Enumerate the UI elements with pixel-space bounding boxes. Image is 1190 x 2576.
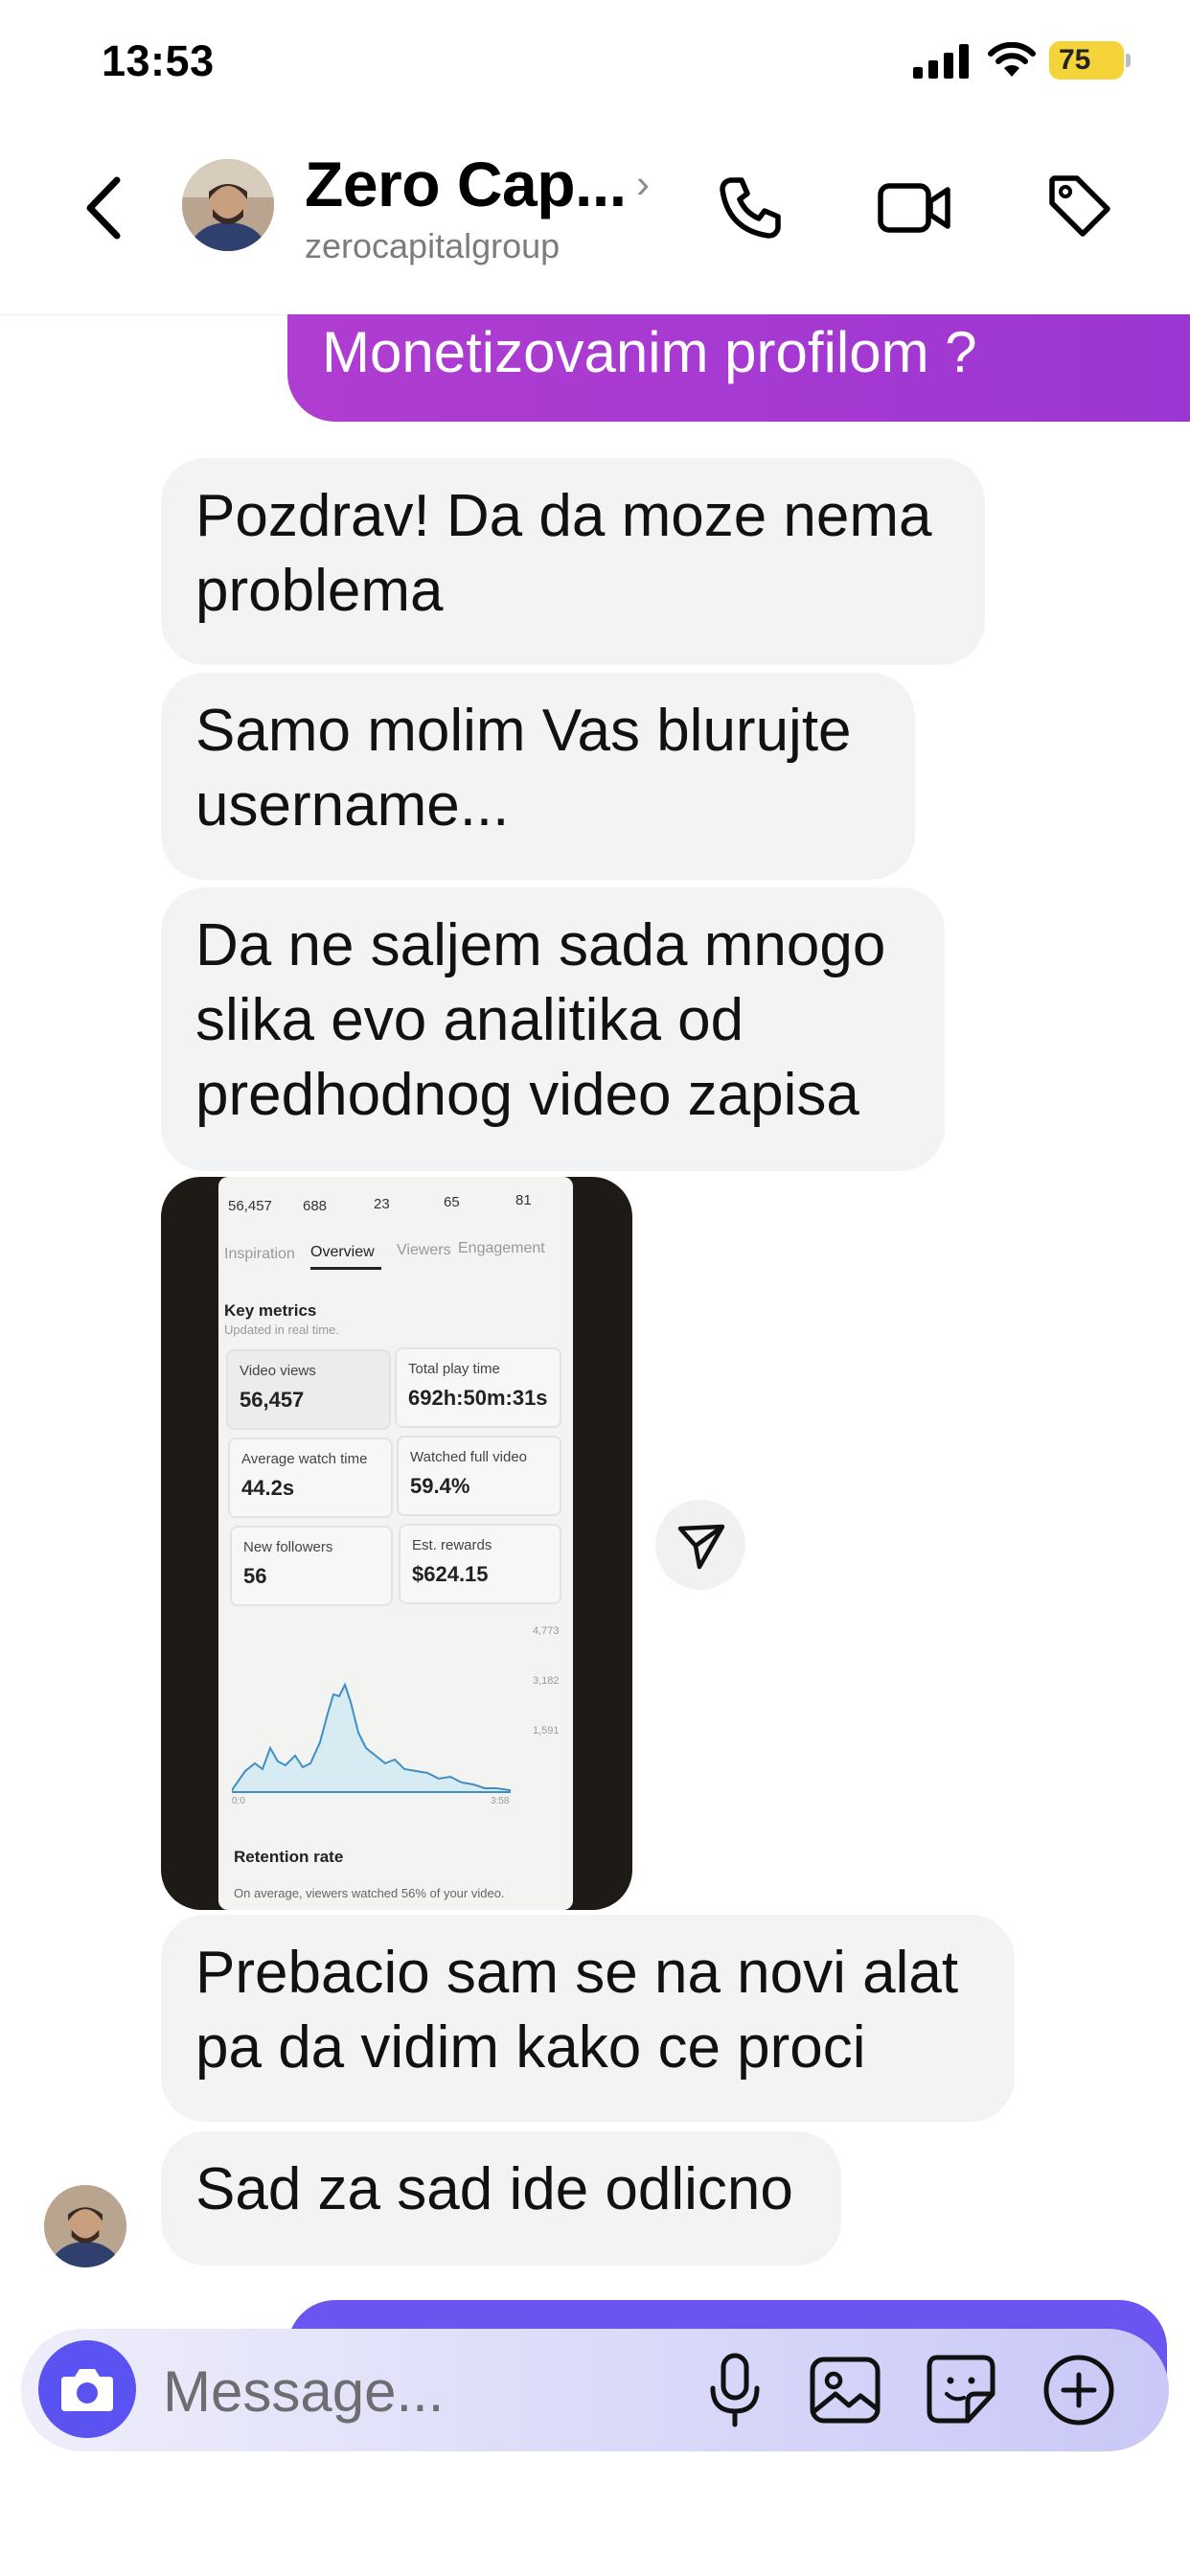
- status-time: 13:53: [102, 36, 215, 85]
- metric-value: 44.2s: [241, 1476, 295, 1500]
- views-chart: [232, 1682, 511, 1793]
- tag-icon[interactable]: [1044, 171, 1113, 240]
- tab-overview: Overview: [310, 1244, 375, 1260]
- message-input[interactable]: [161, 2356, 663, 2426]
- metric-card: Average watch time 44.2s: [228, 1438, 393, 1518]
- metric-label: Average watch time: [241, 1451, 368, 1467]
- sent-message-bubble[interactable]: Monetizovanim profilom ?: [287, 314, 1190, 422]
- sticker-icon[interactable]: [922, 2350, 1000, 2430]
- metric-value: $624.15: [412, 1562, 489, 1586]
- chevron-right-icon[interactable]: ›: [636, 161, 650, 207]
- cellular-signal-icon: [913, 44, 969, 79]
- metric-card: Est. rewards $624.15: [399, 1524, 561, 1604]
- battery-indicator: 75: [1049, 41, 1124, 80]
- received-message-bubble[interactable]: Da ne saljem sada mnogo slika evo analit…: [161, 887, 945, 1171]
- metric-label: Watched full video: [410, 1449, 528, 1465]
- received-message-bubble[interactable]: Prebacio sam se na novi alat pa da vidim…: [161, 1915, 1015, 2122]
- stat-value: 23: [374, 1196, 390, 1212]
- metric-card: Total play time 692h:50m:31s: [395, 1347, 561, 1428]
- camera-button[interactable]: [38, 2340, 136, 2438]
- call-icon[interactable]: [717, 172, 786, 242]
- sender-avatar: [44, 2185, 126, 2267]
- metric-label: New followers: [243, 1539, 333, 1555]
- active-tab-indicator: [310, 1267, 381, 1270]
- gallery-icon[interactable]: [807, 2350, 885, 2430]
- tab-viewers: Viewers: [397, 1242, 451, 1258]
- chart-tick: 4,773: [533, 1625, 560, 1637]
- video-call-icon[interactable]: [877, 172, 953, 242]
- chart-x-label: 0:0: [232, 1796, 245, 1806]
- message-text: Samo molim Vas blurujte username...: [195, 698, 852, 839]
- chart-tick: 1,591: [533, 1725, 560, 1736]
- metric-value: 56: [243, 1564, 267, 1588]
- metric-value: 59.4%: [410, 1474, 470, 1498]
- contact-name[interactable]: Zero Cap...: [305, 148, 627, 220]
- stat-value: 65: [444, 1194, 460, 1210]
- phone-screen: 56,457 688 23 65 81 Inspiration Overview…: [218, 1177, 573, 1910]
- received-message-bubble[interactable]: Sad za sad ide odlicno: [161, 2131, 841, 2266]
- received-message-bubble[interactable]: Samo molim Vas blurujte username...: [161, 673, 915, 880]
- add-icon[interactable]: [1039, 2350, 1119, 2430]
- sent-message-text: Monetizovanim profilom ?: [322, 320, 977, 384]
- metric-card: Video views 56,457: [226, 1349, 391, 1430]
- metric-label: Est. rewards: [412, 1537, 492, 1553]
- metric-label: Video views: [240, 1363, 316, 1379]
- metric-card: New followers 56: [230, 1526, 393, 1606]
- chart-tick: 3,182: [533, 1675, 560, 1687]
- stat-value: 56,457: [228, 1198, 272, 1214]
- battery-cap: [1126, 54, 1131, 67]
- photo-message[interactable]: 56,457 688 23 65 81 Inspiration Overview…: [161, 1177, 632, 1910]
- metric-value: 692h:50m:31s: [408, 1386, 548, 1410]
- metric-value: 56,457: [240, 1388, 305, 1412]
- metric-label: Total play time: [408, 1361, 500, 1377]
- tab-inspiration: Inspiration: [224, 1246, 295, 1262]
- message-text: Pozdrav! Da da moze nema problema: [195, 483, 932, 624]
- chart-x-label: 3:58: [491, 1796, 510, 1806]
- wifi-icon: [988, 42, 1036, 77]
- stat-value: 81: [515, 1192, 532, 1208]
- share-button[interactable]: [655, 1500, 745, 1590]
- send-icon: [677, 1524, 725, 1570]
- message-text: Prebacio sam se na novi alat pa da vidim…: [195, 1940, 959, 2081]
- microphone-icon[interactable]: [701, 2350, 768, 2430]
- tab-engagement: Engagement: [458, 1240, 545, 1256]
- contact-username: zerocapitalgroup: [305, 226, 561, 265]
- message-text: Da ne saljem sada mnogo slika evo analit…: [195, 912, 886, 1128]
- camera-icon: [61, 2369, 113, 2411]
- retention-title: Retention rate: [234, 1848, 344, 1866]
- message-text: Sad za sad ide odlicno: [195, 2156, 793, 2222]
- retention-text: On average, viewers watched 56% of your …: [234, 1886, 505, 1900]
- back-button[interactable]: [80, 174, 128, 242]
- metric-card: Watched full video 59.4%: [397, 1436, 561, 1516]
- stat-value: 688: [303, 1198, 328, 1214]
- key-metrics-title: Key metrics: [224, 1301, 317, 1320]
- key-metrics-subtitle: Updated in real time.: [224, 1322, 339, 1337]
- contact-avatar[interactable]: [182, 159, 274, 251]
- received-message-bubble[interactable]: Pozdrav! Da da moze nema problema: [161, 458, 985, 665]
